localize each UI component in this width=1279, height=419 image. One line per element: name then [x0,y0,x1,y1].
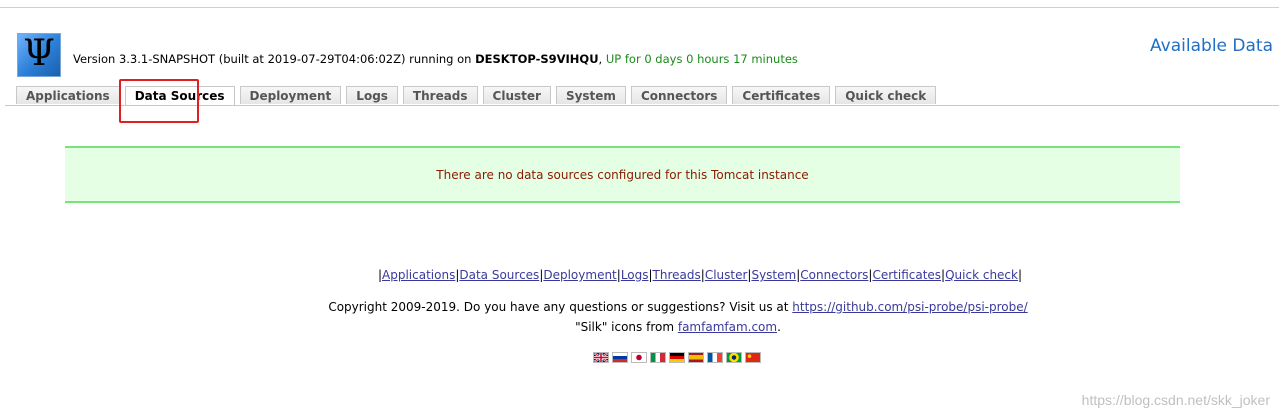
it-flag-icon[interactable] [650,352,666,363]
footer-link-logs[interactable]: Logs [621,268,649,282]
footer-link-cluster[interactable]: Cluster [705,268,748,282]
copyright: Copyright 2009-2019. Do you have any que… [0,300,1279,314]
de-flag-icon[interactable] [669,352,685,363]
gb-flag-icon[interactable] [593,352,609,363]
version-info: Version 3.3.1-SNAPSHOT (built at 2019-07… [73,52,798,66]
jp-flag-icon[interactable] [631,352,647,363]
es-flag-icon[interactable] [688,352,704,363]
version-text: Version 3.3.1-SNAPSHOT (built at 2019-07… [73,52,476,66]
info-message: There are no data sources configured for… [65,146,1180,203]
github-link[interactable]: https://github.com/psi-probe/psi-probe/ [792,300,1027,314]
cn-flag-icon[interactable] [745,352,761,363]
watermark: https://blog.csdn.net/skk_joker [1081,392,1270,408]
br-flag-icon[interactable] [726,352,742,363]
copyright-text: Copyright 2009-2019. Do you have any que… [328,300,793,314]
footer-link-threads[interactable]: Threads [653,268,701,282]
page-heading: Available Data [1150,36,1273,56]
silk-suffix: . [777,320,781,334]
tab-connectors[interactable]: Connectors [630,86,728,104]
fr-flag-icon[interactable] [707,352,723,363]
footer-link-system[interactable]: System [751,268,796,282]
tab-quick-check[interactable]: Quick check [835,86,937,104]
language-flags [593,352,764,363]
tab-system[interactable]: System [555,86,626,104]
top-divider [0,7,1279,8]
tab-logs[interactable]: Logs [346,86,398,104]
tab-deployment[interactable]: Deployment [239,86,342,104]
tab-cluster[interactable]: Cluster [482,86,551,104]
annotation-highlight-box [119,79,199,123]
psi-logo-glyph: Ψ [23,33,55,74]
psi-probe-logo[interactable]: Ψ [17,33,61,77]
footer-link-certificates[interactable]: Certificates [872,268,941,282]
ru-flag-icon[interactable] [612,352,628,363]
host-name: DESKTOP-S9VIHQU [475,52,599,66]
tab-applications[interactable]: Applications [16,86,120,104]
footer-link-quick-check[interactable]: Quick check [945,268,1018,282]
silk-text: "Silk" icons from [575,320,678,334]
footer-link-applications[interactable]: Applications [382,268,455,282]
footer-link-deployment[interactable]: Deployment [543,268,616,282]
nav-separator: | [1017,268,1023,282]
footer-link-data-sources[interactable]: Data Sources [459,268,539,282]
silk-credit: "Silk" icons from famfamfam.com. [0,320,1279,334]
tab-threads[interactable]: Threads [402,86,478,104]
tab-certificates[interactable]: Certificates [732,86,831,104]
footer-nav: |Applications|Data Sources|Deployment|Lo… [0,268,1279,282]
famfamfam-link[interactable]: famfamfam.com [678,320,777,334]
footer-link-connectors[interactable]: Connectors [800,268,868,282]
info-message-text: There are no data sources configured for… [436,167,809,182]
uptime-text: UP for 0 days 0 hours 17 minutes [605,52,798,66]
